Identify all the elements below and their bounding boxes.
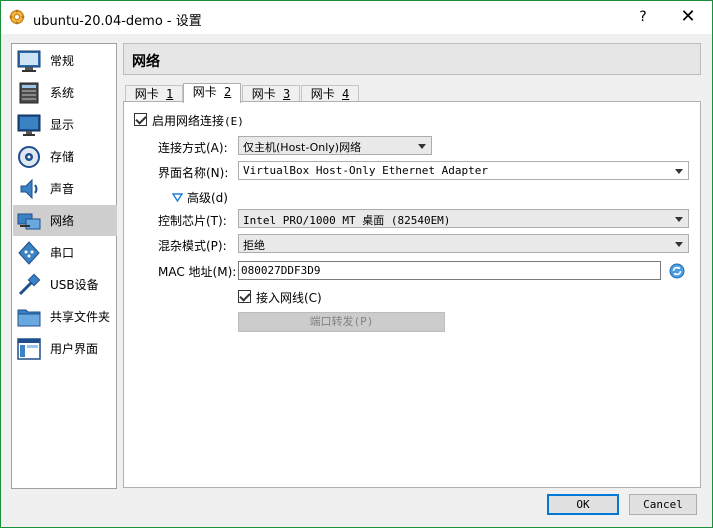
tab-adapter-4[interactable]: 网卡 4 (301, 85, 359, 102)
help-button[interactable]: ? (629, 4, 657, 30)
tab-adapter-2[interactable]: 网卡 2 (183, 83, 241, 103)
tab-adapter-1[interactable]: 网卡 1 (125, 85, 183, 102)
serial-port-icon (18, 240, 40, 265)
promiscuous-mode-select[interactable]: 拒绝 (238, 234, 689, 253)
sidebar-item-label: 串口 (50, 246, 75, 260)
cable-connected-checkbox[interactable] (238, 290, 251, 303)
shared-folder-icon (17, 309, 41, 326)
advanced-toggle[interactable]: 高级(d) (172, 189, 228, 206)
sidebar-item-system[interactable]: 系统 (13, 77, 117, 108)
enable-adapter-label[interactable]: 启用网络连接(E) (152, 112, 244, 129)
adapter-type-label: 控制芯片(T): (158, 214, 227, 228)
settings-sidebar: 常规 系统 显示 存储 声音 网络 串口 USB设备 共享文件夹 用户界面 (11, 43, 117, 489)
sidebar-item-label: 系统 (50, 86, 75, 100)
audio-icon (20, 178, 38, 199)
sidebar-item-usb[interactable]: USB设备 (13, 269, 117, 300)
window-title: ubuntu-20.04-demo - 设置 (33, 14, 202, 29)
sidebar-item-user-interface[interactable]: 用户界面 (13, 333, 117, 364)
page-title: 网络 (132, 54, 160, 70)
sidebar-item-label: 显示 (50, 118, 75, 132)
promiscuous-mode-label: 混杂模式(P): (158, 239, 227, 253)
mac-address-input[interactable] (239, 262, 660, 279)
sidebar-item-audio[interactable]: 声音 (13, 173, 117, 204)
settings-window: ubuntu-20.04-demo - 设置 ? ✕ 常规 系统 显示 存储 声… (0, 0, 713, 528)
sidebar-item-serial-port[interactable]: 串口 (13, 237, 117, 268)
section-header: 网络 (123, 43, 701, 75)
sidebar-item-network[interactable]: 网络 (13, 205, 117, 236)
title-bar[interactable]: ubuntu-20.04-demo - 设置 ? ✕ (1, 1, 712, 34)
attached-to-select[interactable]: 仅主机(Host-Only)网络 (238, 136, 432, 155)
adapter-name-value: VirtualBox Host-Only Ethernet Adapter (243, 164, 489, 177)
sidebar-item-shared-folders[interactable]: 共享文件夹 (13, 301, 117, 332)
display-icon (17, 114, 41, 136)
adapter-name-select[interactable]: VirtualBox Host-Only Ethernet Adapter (238, 161, 689, 180)
adapter-tab-page: 启用网络连接(E) 连接方式(A): 仅主机(Host-Only)网络 界面名称… (123, 101, 701, 488)
usb-icon (18, 273, 41, 295)
close-button[interactable]: ✕ (673, 4, 703, 30)
adapter-name-label: 界面名称(N): (158, 166, 229, 180)
sidebar-item-label: 用户界面 (50, 342, 99, 356)
attached-to-label: 连接方式(A): (158, 141, 228, 155)
advanced-label: 高级(d) (187, 191, 228, 205)
adapter-type-value: Intel PRO/1000 MT 桌面 (82540EM) (243, 214, 451, 227)
adapter-type-select[interactable]: Intel PRO/1000 MT 桌面 (82540EM) (238, 209, 689, 228)
sidebar-item-label: 共享文件夹 (50, 310, 111, 324)
sidebar-item-label: 存储 (50, 150, 75, 164)
network-icon (17, 213, 41, 229)
sidebar-item-storage[interactable]: 存储 (13, 141, 117, 172)
user-interface-icon (17, 337, 41, 360)
sidebar-item-label: 常规 (50, 54, 75, 68)
chevron-down-icon (418, 144, 426, 149)
chevron-down-icon (675, 169, 683, 174)
virtualbox-app-icon (9, 9, 25, 25)
sidebar-item-general[interactable]: 常规 (13, 45, 117, 76)
cable-connected-label[interactable]: 接入网线(C) (256, 289, 322, 306)
cancel-button[interactable]: Cancel (629, 494, 697, 515)
sidebar-item-display[interactable]: 显示 (13, 109, 117, 140)
chevron-down-icon (675, 217, 683, 222)
network-settings-panel: 网络 网卡 1 网卡 2 网卡 3 网卡 4 启用网络连接(E) 连接方式(A)… (123, 43, 702, 489)
triangle-down-icon (172, 193, 183, 202)
port-forwarding-button[interactable]: 端口转发(P) (238, 312, 445, 332)
sidebar-item-label: USB设备 (50, 278, 99, 292)
ok-button[interactable]: OK (547, 494, 619, 515)
mac-address-field[interactable] (238, 261, 661, 280)
attached-to-value: 仅主机(Host-Only)网络 (243, 141, 362, 154)
sidebar-item-label: 网络 (50, 214, 75, 228)
enable-adapter-checkbox[interactable] (134, 113, 147, 126)
chevron-down-icon (675, 242, 683, 247)
promiscuous-mode-value: 拒绝 (243, 239, 265, 252)
sidebar-item-label: 声音 (50, 182, 75, 196)
mac-address-label: MAC 地址(M): (158, 265, 237, 279)
system-icon (19, 82, 39, 103)
general-icon (17, 50, 41, 72)
storage-icon (18, 145, 40, 168)
tab-adapter-3[interactable]: 网卡 3 (242, 85, 300, 102)
refresh-mac-icon[interactable] (669, 263, 685, 279)
